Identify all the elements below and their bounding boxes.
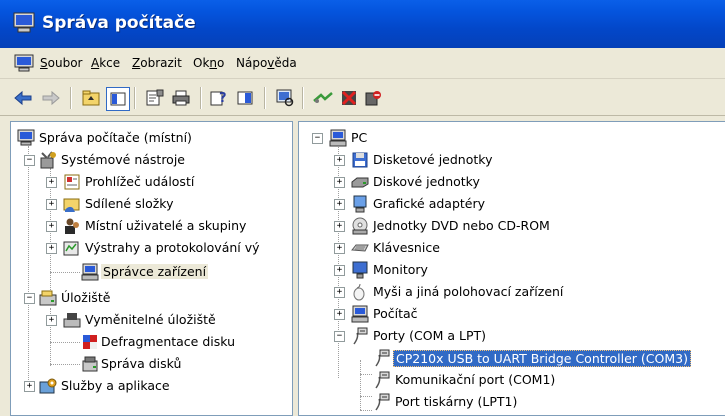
hard-disk-icon [351, 177, 369, 188]
properties-icon[interactable] [144, 87, 166, 109]
forward-arrow-icon[interactable] [40, 87, 62, 109]
tree-line [50, 342, 80, 343]
alerts-logs-icon [63, 241, 79, 256]
tree-line [360, 410, 372, 411]
show-tree-icon[interactable] [106, 87, 130, 111]
uninstall-icon[interactable] [338, 87, 360, 109]
title-bar[interactable]: Správa počítače [0, 0, 725, 48]
expand-toggle[interactable]: + [334, 199, 345, 210]
expand-toggle[interactable]: + [334, 265, 345, 276]
tree-line [50, 364, 80, 365]
storage-icon [39, 290, 57, 306]
removable-storage-icon [63, 313, 81, 328]
disk-management-icon [82, 356, 98, 372]
console-tree-pane[interactable]: Správa počítače (místní) − Systémové nás… [10, 121, 293, 416]
up-folder-icon[interactable] [80, 87, 102, 109]
menu-napoveda[interactable]: Nápověda [236, 56, 297, 70]
services-apps-icon [39, 378, 57, 394]
tree-line [360, 360, 361, 410]
toolbar-separator [302, 87, 304, 109]
collapse-toggle[interactable]: − [312, 133, 323, 144]
selected-device-label: CP210x USB to UART Bridge Controller (CO… [393, 350, 691, 367]
device-manager-icon [81, 263, 99, 281]
collapse-toggle[interactable]: − [24, 293, 35, 304]
expand-toggle[interactable]: + [24, 381, 35, 392]
computer-small-icon [351, 305, 369, 323]
expand-toggle[interactable]: + [46, 177, 57, 188]
menu-soubor[interactable]: Soubor [40, 56, 82, 70]
expand-toggle[interactable]: + [334, 287, 345, 298]
event-viewer-icon [64, 174, 80, 190]
expand-toggle[interactable]: + [334, 155, 345, 166]
menu-zobrazit[interactable]: Zobrazit [132, 56, 182, 70]
toolbar-separator [70, 87, 72, 109]
expand-toggle[interactable]: + [46, 221, 57, 232]
toolbar: ? [0, 79, 725, 116]
print-icon[interactable] [170, 87, 192, 109]
expand-toggle[interactable]: + [46, 243, 57, 254]
shared-folders-icon [63, 198, 80, 212]
computer-management-icon [17, 129, 35, 146]
svg-text:?: ? [219, 91, 227, 106]
computer-management-icon [13, 12, 35, 33]
mouse-icon [353, 283, 365, 301]
menu-bar: Soubor Akce Zobrazit Okno Nápověda [0, 48, 725, 79]
cdrom-icon [352, 217, 368, 235]
port-icon [353, 327, 368, 345]
floppy-icon [352, 152, 368, 168]
tree-line [360, 396, 372, 397]
update-driver-icon[interactable] [312, 87, 334, 109]
toolbar-separator [200, 87, 202, 109]
disable-device-icon[interactable] [362, 87, 384, 109]
computer-icon [329, 129, 347, 147]
help-icon[interactable]: ? [208, 87, 230, 109]
local-users-icon [65, 218, 79, 234]
expand-toggle[interactable]: + [46, 315, 57, 326]
keyboard-icon [351, 244, 369, 252]
expand-toggle[interactable]: + [334, 243, 345, 254]
selected-node-label: Správce zařízení [101, 264, 209, 279]
tree-line [50, 272, 80, 273]
tree-line [28, 146, 29, 386]
display-adapter-icon [353, 195, 367, 213]
expand-toggle[interactable]: + [334, 177, 345, 188]
system-tools-icon [40, 151, 56, 169]
port-icon [375, 393, 390, 411]
port-icon [375, 371, 390, 389]
toolbar-separator [134, 87, 136, 109]
expand-toggle[interactable]: + [334, 221, 345, 232]
expand-toggle[interactable]: + [334, 309, 345, 320]
tree-line [360, 374, 372, 375]
expand-toggle[interactable]: + [46, 199, 57, 210]
defrag-icon [83, 335, 97, 349]
toolbar-separator [264, 87, 266, 109]
menu-okno[interactable]: Okno [193, 56, 224, 70]
collapse-toggle[interactable]: − [334, 331, 345, 342]
menu-akce[interactable]: Akce [91, 56, 120, 70]
scan-hardware-icon[interactable] [274, 87, 296, 109]
window-title: Správa počítače [42, 13, 196, 33]
computer-management-icon[interactable] [14, 54, 34, 72]
monitor-icon [352, 261, 368, 279]
port-icon [375, 349, 390, 367]
back-arrow-icon[interactable] [12, 87, 34, 109]
device-tree-pane[interactable]: − PC + Disketové jednotky + Diskové jedn… [298, 121, 725, 416]
console-pane-icon[interactable] [234, 87, 256, 109]
collapse-toggle[interactable]: − [24, 155, 35, 166]
